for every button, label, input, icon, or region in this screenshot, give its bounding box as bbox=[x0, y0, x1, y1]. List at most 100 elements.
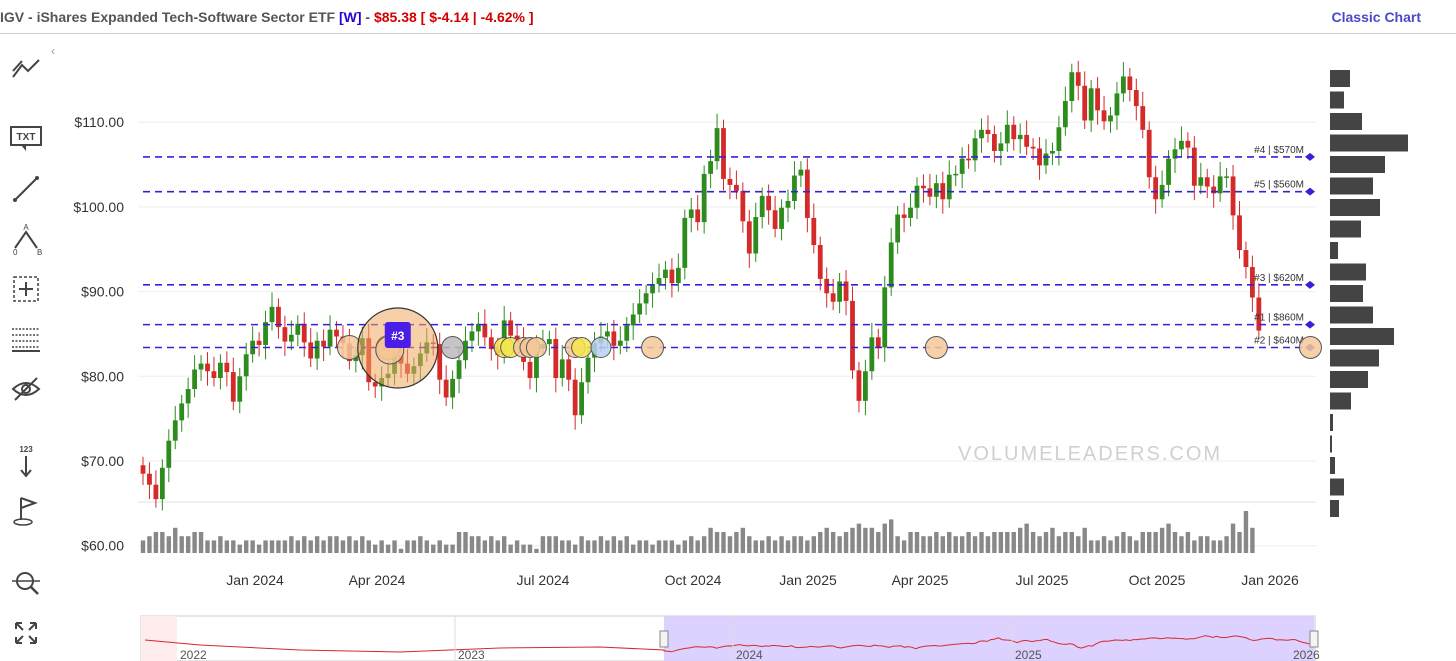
candle-body bbox=[185, 389, 191, 404]
candle-body bbox=[611, 331, 617, 346]
volume-bar bbox=[527, 544, 533, 553]
volume-bar bbox=[1185, 532, 1191, 553]
volume-bar bbox=[811, 536, 816, 553]
volume-bar bbox=[637, 540, 642, 553]
volume-level-label: #2 | $640M bbox=[1254, 336, 1304, 347]
candle-body bbox=[269, 306, 275, 323]
candle bbox=[953, 165, 959, 187]
candle-body bbox=[605, 331, 610, 337]
y-tick-label: $80.00 bbox=[81, 368, 124, 384]
volume-bar bbox=[1211, 540, 1216, 553]
volume-bar bbox=[837, 536, 842, 553]
candle-body bbox=[1011, 124, 1017, 140]
candle bbox=[1121, 62, 1126, 102]
candle-body bbox=[295, 323, 301, 335]
candle-body bbox=[211, 371, 217, 378]
volume-bar bbox=[321, 540, 326, 553]
volume-bar bbox=[908, 532, 913, 553]
volume-bar bbox=[766, 536, 771, 553]
volume-bar bbox=[211, 540, 217, 553]
volume-bar bbox=[772, 540, 778, 553]
volume-bar bbox=[418, 536, 423, 553]
volume-profile-bar bbox=[1330, 457, 1335, 474]
candle bbox=[1056, 115, 1062, 166]
candle-body bbox=[559, 359, 565, 378]
volume-bar bbox=[850, 527, 855, 553]
chart-canvas[interactable]: VOLUMELEADERS.COM $110.00 $100.00 $90.00 $8… bbox=[0, 0, 1456, 661]
candle-body bbox=[159, 467, 165, 500]
volume-bar bbox=[140, 540, 146, 553]
candle-body bbox=[979, 129, 984, 139]
candle bbox=[888, 228, 894, 296]
volume-bar bbox=[863, 527, 868, 553]
volume-bar bbox=[598, 536, 604, 553]
candle bbox=[282, 315, 288, 356]
volume-bar bbox=[727, 536, 733, 553]
candle bbox=[656, 263, 662, 293]
candle bbox=[921, 174, 926, 203]
candle-body bbox=[198, 363, 204, 370]
navigator-handle[interactable] bbox=[1309, 630, 1319, 648]
candle-body bbox=[946, 174, 952, 200]
volume-bar bbox=[643, 540, 649, 553]
candle-body bbox=[908, 207, 913, 218]
volume-bar bbox=[327, 536, 333, 553]
candle-body bbox=[482, 323, 488, 338]
candle bbox=[611, 319, 617, 361]
candle-body bbox=[804, 169, 810, 218]
candle-body bbox=[230, 372, 236, 402]
volume-bar bbox=[147, 536, 152, 553]
candle-body bbox=[798, 169, 804, 176]
candle bbox=[946, 160, 952, 208]
volume-bar bbox=[379, 540, 384, 553]
candle bbox=[256, 332, 262, 357]
volume-bar bbox=[289, 536, 294, 553]
candle bbox=[566, 350, 572, 392]
candle bbox=[824, 267, 830, 308]
volume-level-label: #1 | $860M bbox=[1254, 313, 1304, 324]
candle bbox=[437, 332, 443, 395]
candle-body bbox=[153, 484, 159, 500]
navigator-handle[interactable] bbox=[659, 630, 669, 648]
candle-body bbox=[282, 327, 288, 342]
candle bbox=[263, 310, 268, 360]
candle bbox=[1062, 86, 1068, 136]
volume-profile-bar bbox=[1330, 500, 1339, 517]
x-tick-label: Jan 2026 bbox=[1241, 572, 1299, 588]
candle bbox=[211, 356, 217, 387]
candle-body bbox=[566, 359, 572, 380]
candle bbox=[979, 118, 984, 153]
candle-body bbox=[1082, 85, 1088, 121]
candle bbox=[295, 315, 301, 347]
volume-profile-bar bbox=[1330, 156, 1385, 173]
candle bbox=[1037, 137, 1042, 180]
candle bbox=[1198, 162, 1204, 195]
candle bbox=[1133, 78, 1139, 121]
volume-profile-bar bbox=[1330, 91, 1344, 109]
volume-bar bbox=[1076, 536, 1081, 553]
candle bbox=[863, 359, 868, 416]
volume-bar bbox=[424, 540, 429, 553]
volume-bar bbox=[411, 540, 417, 553]
candle-body bbox=[895, 214, 901, 243]
navigator-start-shade bbox=[141, 616, 177, 661]
candle bbox=[901, 203, 907, 233]
candle bbox=[798, 161, 804, 187]
trade-bubble bbox=[641, 336, 665, 360]
candle bbox=[1088, 79, 1094, 132]
volume-bar bbox=[1018, 527, 1023, 553]
candle bbox=[875, 328, 881, 359]
volume-bar bbox=[547, 536, 552, 553]
volume-bar bbox=[1243, 511, 1249, 553]
candle-body bbox=[992, 134, 997, 151]
volume-bar bbox=[353, 540, 359, 553]
volume-bar bbox=[192, 532, 197, 553]
candle-body bbox=[888, 242, 894, 288]
volume-bar bbox=[244, 540, 249, 553]
candle-body bbox=[334, 329, 339, 337]
volume-bar bbox=[708, 527, 713, 553]
candle bbox=[159, 459, 165, 511]
volume-bar bbox=[579, 536, 584, 553]
volume-bar bbox=[792, 536, 797, 553]
volume-bar bbox=[347, 536, 352, 553]
